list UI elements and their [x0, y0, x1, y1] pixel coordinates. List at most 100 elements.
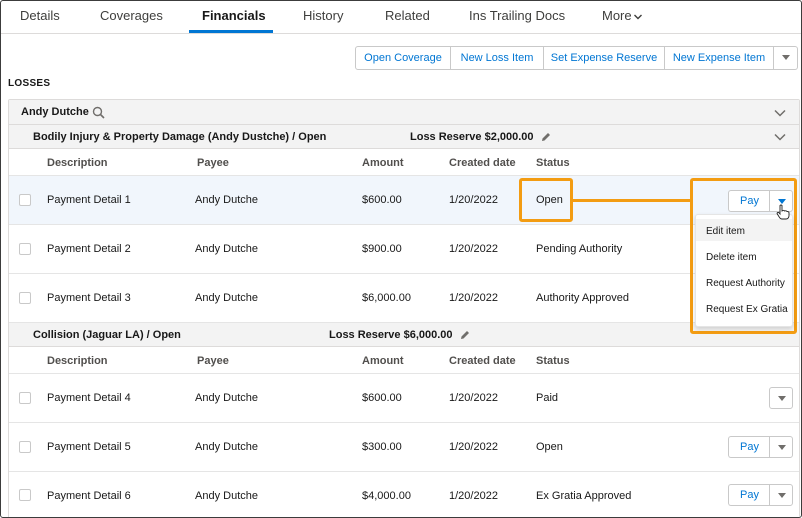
row-checkbox[interactable] [19, 194, 31, 206]
column-header-amount: Amount [362, 355, 404, 367]
column-header-description: Description [47, 157, 108, 169]
loss-reserve-text: Loss Reserve $6,000.00 [329, 329, 453, 341]
caret-down-icon [782, 55, 790, 60]
tab-bar: Details Coverages Financials History Rel… [1, 1, 801, 34]
row-amount: $900.00 [362, 243, 402, 255]
set-expense-reserve-button[interactable]: Set Expense Reserve [544, 46, 665, 70]
table-row[interactable]: Payment Detail 2 Andy Dutche $900.00 1/2… [9, 225, 799, 274]
row-amount: $600.00 [362, 194, 402, 206]
chevron-down-icon[interactable] [773, 130, 787, 144]
row-checkbox[interactable] [19, 292, 31, 304]
row-status: Open [536, 441, 563, 453]
pay-button[interactable]: Pay [728, 436, 770, 458]
column-header-status: Status [536, 355, 570, 367]
loss-reserve-amount: Loss Reserve $6,000.00 [329, 329, 471, 341]
tab-ins-trailing-docs[interactable]: Ins Trailing Docs [469, 8, 565, 23]
table-row[interactable]: Payment Detail 6 Andy Dutche $4,000.00 1… [9, 472, 799, 517]
row-status: Authority Approved [536, 292, 629, 304]
active-tab-indicator [189, 30, 273, 33]
losses-card: Andy Dutche Bodily Injury & Property Dam… [8, 99, 800, 517]
row-payee: Andy Dutche [195, 292, 258, 304]
row-payee: Andy Dutche [195, 392, 258, 404]
loss-reserve-amount: Loss Reserve $2,000.00 [410, 131, 552, 143]
coverage-group-header[interactable]: Collision (Jaguar LA) / Open Loss Reserv… [9, 323, 799, 347]
tab-more-label: More [602, 8, 632, 23]
table-row[interactable]: Payment Detail 3 Andy Dutche $6,000.00 1… [9, 274, 799, 323]
row-amount: $4,000.00 [362, 490, 411, 502]
loss-reserve-text: Loss Reserve $2,000.00 [410, 131, 534, 143]
column-header-created-date: Created date [449, 157, 516, 169]
row-actions-button[interactable] [769, 387, 793, 409]
column-header-created-date: Created date [449, 355, 516, 367]
row-payee: Andy Dutche [195, 194, 258, 206]
record-page: Details Coverages Financials History Rel… [0, 0, 802, 518]
table-header: Description Payee Amount Created date St… [9, 149, 799, 176]
row-status: Ex Gratia Approved [536, 490, 632, 502]
status-callout-box [519, 178, 573, 222]
row-checkbox[interactable] [19, 243, 31, 255]
menu-item-edit[interactable]: Edit item [706, 226, 745, 237]
row-amount: $6,000.00 [362, 292, 411, 304]
tab-history[interactable]: History [303, 8, 343, 23]
row-created-date: 1/20/2022 [449, 292, 498, 304]
row-payee: Andy Dutche [195, 441, 258, 453]
chevron-down-icon [633, 14, 642, 20]
row-description: Payment Detail 2 [47, 243, 131, 255]
open-coverage-button[interactable]: Open Coverage [355, 46, 451, 70]
tab-coverages[interactable]: Coverages [100, 8, 163, 23]
row-actions-button[interactable] [769, 484, 793, 506]
column-header-description: Description [47, 355, 108, 367]
caret-down-icon [778, 493, 786, 498]
menu-item-delete[interactable]: Delete item [706, 252, 757, 263]
column-header-payee: Payee [197, 157, 229, 169]
edit-pencil-icon[interactable] [459, 329, 471, 341]
tab-more[interactable]: More [602, 8, 643, 23]
row-amount: $600.00 [362, 392, 402, 404]
claimant-name: Andy Dutche [21, 106, 89, 118]
financial-actions: Open Coverage New Loss Item Set Expense … [355, 46, 798, 70]
row-amount: $300.00 [362, 441, 402, 453]
search-icon[interactable] [92, 106, 105, 119]
coverage-group-header[interactable]: Bodily Injury & Property Damage (Andy Du… [9, 125, 799, 149]
claimant-header[interactable]: Andy Dutche [9, 100, 799, 125]
row-checkbox[interactable] [19, 441, 31, 453]
row-description: Payment Detail 3 [47, 292, 131, 304]
row-created-date: 1/20/2022 [449, 194, 498, 206]
row-description: Payment Detail 4 [47, 392, 131, 404]
chevron-down-icon[interactable] [773, 106, 787, 120]
row-created-date: 1/20/2022 [449, 392, 498, 404]
row-checkbox[interactable] [19, 489, 31, 501]
row-payee: Andy Dutche [195, 243, 258, 255]
new-expense-item-button[interactable]: New Expense Item [665, 46, 774, 70]
row-actions-menu: Edit item Delete item Request Authority … [695, 214, 793, 327]
caret-down-icon [778, 396, 786, 401]
row-actions-button[interactable] [769, 436, 793, 458]
new-loss-item-button[interactable]: New Loss Item [451, 46, 544, 70]
tab-details[interactable]: Details [20, 8, 60, 23]
menu-item-request-authority[interactable]: Request Authority [706, 278, 785, 289]
column-header-amount: Amount [362, 157, 404, 169]
edit-pencil-icon[interactable] [540, 131, 552, 143]
hand-cursor-icon [776, 204, 790, 220]
coverage-group-title: Collision (Jaguar LA) / Open [33, 329, 181, 341]
more-actions-button[interactable] [774, 46, 798, 70]
tab-financials[interactable]: Financials [202, 8, 266, 23]
section-title: LOSSES [8, 78, 51, 89]
row-created-date: 1/20/2022 [449, 490, 498, 502]
menu-item-request-ex-gratia[interactable]: Request Ex Gratia [706, 304, 788, 315]
coverage-group-title: Bodily Injury & Property Damage (Andy Du… [33, 131, 327, 143]
row-payee: Andy Dutche [195, 490, 258, 502]
pay-button[interactable]: Pay [728, 484, 770, 506]
row-created-date: 1/20/2022 [449, 441, 498, 453]
caret-down-icon [778, 445, 786, 450]
table-header: Description Payee Amount Created date St… [9, 347, 799, 374]
table-row[interactable]: Payment Detail 5 Andy Dutche $300.00 1/2… [9, 423, 799, 472]
row-status: Pending Authority [536, 243, 623, 255]
column-header-payee: Payee [197, 355, 229, 367]
row-description: Payment Detail 5 [47, 441, 131, 453]
row-checkbox[interactable] [19, 392, 31, 404]
callout-connector [573, 199, 691, 202]
row-description: Payment Detail 1 [47, 194, 131, 206]
tab-related[interactable]: Related [385, 8, 430, 23]
table-row[interactable]: Payment Detail 4 Andy Dutche $600.00 1/2… [9, 374, 799, 423]
